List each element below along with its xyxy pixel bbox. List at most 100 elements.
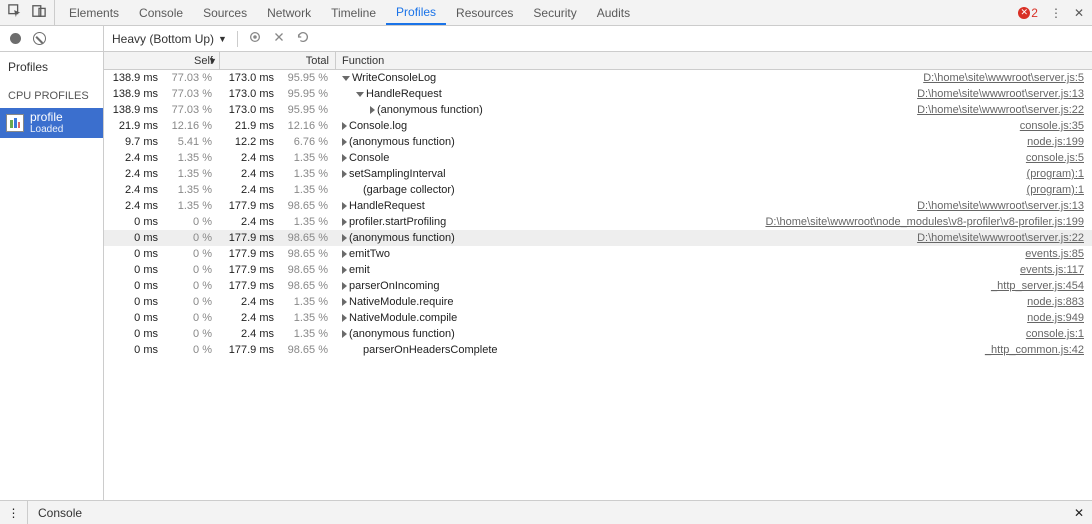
cell-self: 2.4 ms1.35 % <box>104 166 220 182</box>
grid-body[interactable]: 138.9 ms77.03 %173.0 ms95.95 %WriteConso… <box>104 70 1092 500</box>
source-link[interactable]: D:\home\site\wwwroot\server.js:13 <box>917 86 1092 102</box>
cell-self: 0 ms0 % <box>104 278 220 294</box>
table-row[interactable]: 138.9 ms77.03 %173.0 ms95.95 %(anonymous… <box>104 102 1092 118</box>
table-row[interactable]: 21.9 ms12.16 %21.9 ms12.16 %Console.logc… <box>104 118 1092 134</box>
profile-grid: Self ▼ Total Function 138.9 ms77.03 %173… <box>104 52 1092 500</box>
table-row[interactable]: 138.9 ms77.03 %173.0 ms95.95 %HandleRequ… <box>104 86 1092 102</box>
table-row[interactable]: 0 ms0 %177.9 ms98.65 %(anonymous functio… <box>104 230 1092 246</box>
table-row[interactable]: 138.9 ms77.03 %173.0 ms95.95 %WriteConso… <box>104 70 1092 86</box>
source-link[interactable]: events.js:85 <box>1025 246 1092 262</box>
cell-self: 138.9 ms77.03 % <box>104 70 220 86</box>
disclosure-closed-icon[interactable] <box>342 122 347 130</box>
disclosure-closed-icon[interactable] <box>342 250 347 258</box>
disclosure-closed-icon[interactable] <box>342 154 347 162</box>
tab-timeline[interactable]: Timeline <box>321 0 386 25</box>
cell-total: 173.0 ms95.95 % <box>220 86 336 102</box>
source-link[interactable]: (program):1 <box>1027 166 1092 182</box>
cell-function: parserOnIncoming_http_server.js:454 <box>336 278 1092 294</box>
source-link[interactable]: console.js:5 <box>1026 150 1092 166</box>
col-header-function[interactable]: Function <box>336 52 1092 69</box>
function-name: parserOnHeadersComplete <box>363 342 498 358</box>
source-link[interactable]: console.js:1 <box>1026 326 1092 342</box>
table-row[interactable]: 0 ms0 %2.4 ms1.35 %profiler.startProfili… <box>104 214 1092 230</box>
drawer-close[interactable]: ✕ <box>1074 501 1092 524</box>
disclosure-open-icon[interactable] <box>356 92 364 97</box>
source-link[interactable]: D:\home\site\wwwroot\server.js:22 <box>917 230 1092 246</box>
tab-audits[interactable]: Audits <box>587 0 640 25</box>
cell-function: (anonymous function) node.js:199 <box>336 134 1092 150</box>
focus-function-icon[interactable] <box>248 30 262 47</box>
table-row[interactable]: 2.4 ms1.35 %177.9 ms98.65 %HandleRequest… <box>104 198 1092 214</box>
tab-sources[interactable]: Sources <box>193 0 257 25</box>
disclosure-closed-icon[interactable] <box>342 314 347 322</box>
table-row[interactable]: 2.4 ms1.35 %2.4 ms1.35 %(garbage collect… <box>104 182 1092 198</box>
tab-security[interactable]: Security <box>523 0 586 25</box>
cell-function: emitevents.js:117 <box>336 262 1092 278</box>
tab-elements[interactable]: Elements <box>59 0 129 25</box>
table-row[interactable]: 9.7 ms5.41 %12.2 ms6.76 %(anonymous func… <box>104 134 1092 150</box>
disclosure-closed-icon[interactable] <box>370 106 375 114</box>
source-link[interactable]: console.js:35 <box>1020 118 1092 134</box>
tab-console[interactable]: Console <box>129 0 193 25</box>
inspect-element-icon[interactable] <box>8 4 22 21</box>
table-row[interactable]: 0 ms0 %2.4 ms1.35 %(anonymous function)c… <box>104 326 1092 342</box>
source-link[interactable]: node.js:883 <box>1027 294 1092 310</box>
table-row[interactable]: 0 ms0 %177.9 ms98.65 %emitTwoevents.js:8… <box>104 246 1092 262</box>
table-row[interactable]: 0 ms0 %2.4 ms1.35 %NativeModule.compilen… <box>104 310 1092 326</box>
source-link[interactable]: node.js:949 <box>1027 310 1092 326</box>
disclosure-closed-icon[interactable] <box>342 298 347 306</box>
device-toolbar-icon[interactable] <box>32 4 46 21</box>
source-link[interactable]: _http_common.js:42 <box>985 342 1092 358</box>
clear-button[interactable] <box>33 32 46 45</box>
col-header-total[interactable]: Total <box>220 52 336 69</box>
disclosure-closed-icon[interactable] <box>342 330 347 338</box>
table-row[interactable]: 0 ms0 %177.9 ms98.65 %parserOnHeadersCom… <box>104 342 1092 358</box>
exclude-function-icon[interactable] <box>272 30 286 47</box>
function-name: (anonymous function) <box>349 134 455 150</box>
drawer-menu-icon[interactable]: ⋮ <box>0 501 28 524</box>
source-link[interactable]: D:\home\site\wwwroot\server.js:22 <box>917 102 1092 118</box>
cell-self: 0 ms0 % <box>104 214 220 230</box>
disclosure-closed-icon[interactable] <box>342 202 347 210</box>
source-link[interactable]: D:\home\site\wwwroot\server.js:13 <box>917 198 1092 214</box>
disclosure-closed-icon[interactable] <box>342 138 347 146</box>
disclosure-closed-icon[interactable] <box>342 218 347 226</box>
source-link[interactable]: D:\home\site\wwwroot\node_modules\v8-pro… <box>765 214 1092 230</box>
disclosure-closed-icon[interactable] <box>342 266 347 274</box>
console-errors-badge[interactable]: ✕ 2 <box>1018 6 1038 20</box>
more-menu-icon[interactable]: ⋮ <box>1050 6 1062 20</box>
source-link[interactable]: events.js:117 <box>1020 262 1092 278</box>
tab-resources[interactable]: Resources <box>446 0 523 25</box>
close-devtools-icon[interactable]: ✕ <box>1074 6 1084 20</box>
cell-function: (anonymous function)D:\home\site\wwwroot… <box>336 230 1092 246</box>
table-row[interactable]: 2.4 ms1.35 %2.4 ms1.35 %setSamplingInter… <box>104 166 1092 182</box>
col-header-self[interactable]: Self ▼ <box>104 52 220 69</box>
drawer-tab-console[interactable]: Console <box>28 501 92 524</box>
function-name: Console.log <box>349 118 407 134</box>
disclosure-closed-icon[interactable] <box>342 234 347 242</box>
disclosure-closed-icon[interactable] <box>342 282 347 290</box>
function-name: setSamplingInterval <box>349 166 446 182</box>
source-link[interactable]: _http_server.js:454 <box>991 278 1092 294</box>
table-row[interactable]: 0 ms0 %177.9 ms98.65 %emitevents.js:117 <box>104 262 1092 278</box>
function-name: (anonymous function) <box>349 326 455 342</box>
table-row[interactable]: 2.4 ms1.35 %2.4 ms1.35 %Consoleconsole.j… <box>104 150 1092 166</box>
record-button[interactable] <box>10 33 21 44</box>
function-name: HandleRequest <box>349 198 425 214</box>
profile-toolbar-main: Heavy (Bottom Up) ▼ <box>104 26 1092 51</box>
cell-function: parserOnHeadersComplete _http_common.js:4… <box>336 342 1092 358</box>
disclosure-open-icon[interactable] <box>342 76 350 81</box>
cell-total: 2.4 ms1.35 % <box>220 326 336 342</box>
table-row[interactable]: 0 ms0 %2.4 ms1.35 %NativeModule.requiren… <box>104 294 1092 310</box>
source-link[interactable]: node.js:199 <box>1027 134 1092 150</box>
tab-profiles[interactable]: Profiles <box>386 0 446 25</box>
reset-view-icon[interactable] <box>296 30 310 47</box>
source-link[interactable]: D:\home\site\wwwroot\server.js:5 <box>923 70 1092 86</box>
cell-function: WriteConsoleLogD:\home\site\wwwroot\serv… <box>336 70 1092 86</box>
source-link[interactable]: (program):1 <box>1027 182 1092 198</box>
disclosure-closed-icon[interactable] <box>342 170 347 178</box>
table-row[interactable]: 0 ms0 %177.9 ms98.65 %parserOnIncoming_h… <box>104 278 1092 294</box>
sidebar-profile-item[interactable]: profile Loaded <box>0 108 103 138</box>
profile-view-dropdown[interactable]: Heavy (Bottom Up) ▼ <box>112 32 227 46</box>
tab-network[interactable]: Network <box>257 0 321 25</box>
